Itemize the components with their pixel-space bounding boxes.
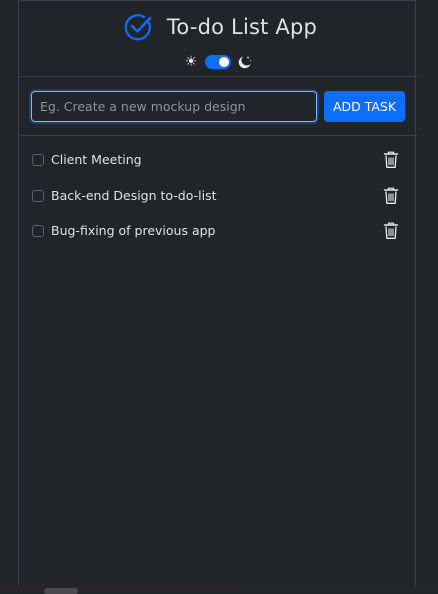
add-task-form: ADD TASK — [31, 91, 406, 122]
check-circle-icon — [124, 14, 152, 41]
task-label: Back-end Design to-do-list — [51, 187, 217, 203]
sun-icon: ☀ — [184, 54, 198, 70]
divider — [19, 135, 417, 136]
list-item: Client Meeting — [19, 142, 417, 178]
taskbar-segment-left — [0, 586, 242, 592]
task-checkbox[interactable] — [32, 154, 44, 166]
trash-icon[interactable] — [383, 187, 399, 205]
task-input[interactable] — [31, 91, 317, 122]
task-list: Client Meeting Back-end Design to-do-lis… — [19, 142, 417, 249]
add-task-button[interactable]: ADD TASK — [324, 91, 405, 122]
trash-icon[interactable] — [383, 222, 399, 240]
title-row: To-do List App — [19, 12, 417, 42]
app-window: To-do List App ☀ ADD TASK — [0, 0, 438, 594]
list-item: Bug-fixing of previous app — [19, 213, 417, 249]
task-label: Client Meeting — [51, 152, 142, 167]
page-title: To-do List App — [166, 15, 318, 39]
taskbar-segment-right — [242, 586, 438, 592]
list-item: Back-end Design to-do-list — [19, 178, 417, 214]
todo-card: To-do List App ☀ ADD TASK — [18, 0, 417, 586]
task-checkbox[interactable] — [32, 225, 44, 237]
task-label: Bug-fixing of previous app — [51, 223, 216, 238]
trash-icon[interactable] — [383, 151, 399, 169]
taskbar-pill[interactable] — [44, 588, 78, 594]
task-checkbox[interactable] — [32, 189, 44, 202]
taskbar-strip — [0, 586, 438, 594]
theme-switch-row: ☀ — [19, 53, 417, 71]
header: To-do List App ☀ — [19, 1, 417, 77]
toggle-knob — [219, 57, 229, 67]
moon-icon — [238, 56, 252, 69]
theme-toggle[interactable] — [205, 55, 231, 69]
